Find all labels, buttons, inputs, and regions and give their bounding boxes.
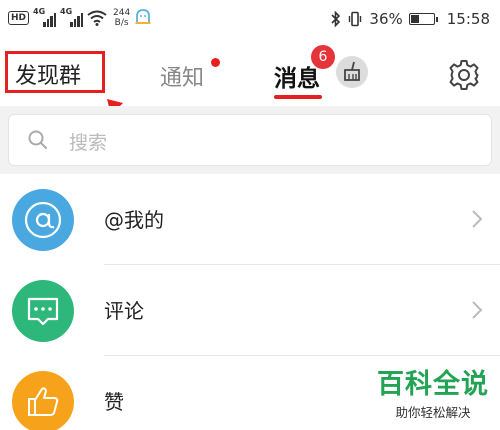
net-speed: 244 B/s	[113, 8, 131, 28]
battery-level	[410, 15, 419, 23]
tab-notify[interactable]: 通知	[160, 60, 204, 92]
list-item-comments[interactable]: 评论	[0, 265, 500, 355]
signal-1-icon: 4G	[33, 7, 57, 27]
messages-badge: 6	[311, 45, 335, 69]
discover-groups-button[interactable]: 发现群	[15, 58, 81, 90]
comment-icon	[12, 280, 74, 342]
search-area: 搜索	[0, 106, 500, 174]
active-tab-indicator	[274, 95, 322, 99]
settings-gear-icon[interactable]	[448, 58, 480, 90]
watermark-logo: 百科全说 助你轻松解决	[374, 368, 492, 421]
status-right: 36% 15:58	[331, 10, 490, 28]
at-icon	[12, 189, 74, 251]
battery-icon	[408, 13, 438, 25]
chevron-right-icon	[472, 210, 483, 228]
top-tab-bar: 发现群 通知 消息 6	[0, 44, 500, 106]
signal-2-icon: 4G	[60, 7, 84, 27]
app-screen: HD 4G 4G 244 B/s 36% 15:58 发现群 通知 消息 6 搜…	[0, 0, 500, 430]
app-notification-icon	[135, 9, 151, 24]
search-placeholder: 搜索	[69, 132, 108, 154]
list-item-label: @我的	[104, 208, 164, 232]
battery-percent: 36%	[369, 10, 403, 28]
list-item-label: 赞	[104, 390, 124, 414]
bluetooth-icon	[331, 11, 341, 27]
watermark-subtitle: 助你轻松解决	[374, 402, 492, 421]
status-bar: HD 4G 4G 244 B/s 36% 15:58	[0, 0, 500, 44]
watermark-title: 百科全说	[374, 368, 492, 402]
list-item-label: 评论	[104, 299, 144, 323]
wifi-icon	[87, 10, 107, 26]
broom-icon	[344, 61, 360, 81]
clock: 15:58	[446, 10, 490, 28]
thumbs-up-icon	[12, 371, 74, 430]
search-icon	[28, 130, 47, 149]
chevron-right-icon	[472, 301, 483, 319]
hd-indicator: HD	[8, 11, 30, 25]
status-left: HD 4G 4G 244 B/s	[8, 7, 152, 28]
search-input[interactable]: 搜索	[8, 114, 492, 166]
clear-unread-button[interactable]	[336, 56, 368, 88]
notify-dot	[211, 58, 220, 67]
list-item-at-me[interactable]: @我的	[0, 174, 500, 264]
vibrate-icon	[349, 11, 362, 27]
